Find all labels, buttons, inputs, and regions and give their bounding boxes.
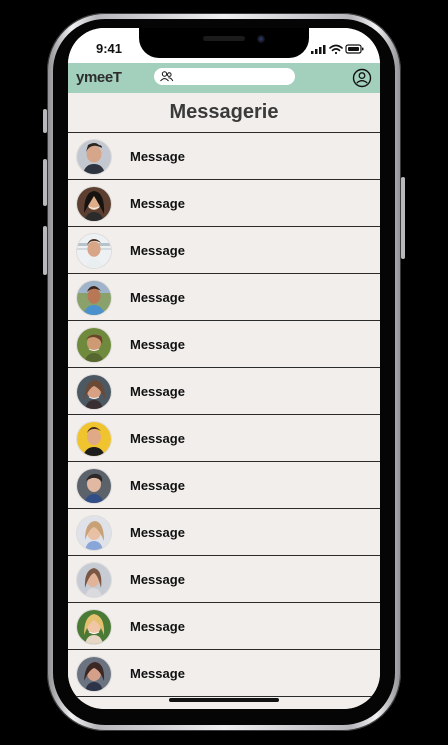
- avatar[interactable]: [77, 234, 111, 268]
- avatar-woman-1-icon: [77, 187, 111, 221]
- volume-down-button: [43, 226, 47, 275]
- avatar-man-5-icon: [77, 422, 111, 456]
- message-row[interactable]: Message: [68, 320, 380, 366]
- notch: [139, 28, 309, 58]
- message-label: Message: [130, 337, 185, 352]
- message-row[interactable]: Message: [68, 273, 380, 319]
- avatar[interactable]: [77, 281, 111, 315]
- message-row[interactable]: Message: [68, 649, 380, 695]
- message-label: Message: [130, 384, 185, 399]
- avatar-man-4-icon: [77, 328, 111, 362]
- message-row[interactable]: Message: [68, 555, 380, 601]
- power-button: [401, 177, 405, 259]
- mute-switch: [43, 109, 47, 133]
- message-row[interactable]: Message: [68, 461, 380, 507]
- message-row[interactable]: Message: [68, 508, 380, 554]
- wifi-icon: [329, 44, 343, 55]
- avatar-man-1-icon: [77, 140, 111, 174]
- avatar[interactable]: [77, 328, 111, 362]
- front-camera-icon: [257, 35, 265, 43]
- message-label: Message: [130, 666, 185, 681]
- avatar[interactable]: [77, 469, 111, 503]
- message-row[interactable]: Message: [68, 132, 380, 178]
- avatar-man-6-icon: [77, 469, 111, 503]
- avatar[interactable]: [77, 187, 111, 221]
- message-label: Message: [130, 149, 185, 164]
- message-label: Message: [130, 196, 185, 211]
- avatar-woman-2-icon: [77, 375, 111, 409]
- battery-icon: [345, 44, 364, 54]
- message-label: Message: [130, 290, 185, 305]
- app-logo: ymeeT: [76, 69, 122, 86]
- message-row[interactable]: Message: [68, 226, 380, 272]
- message-row[interactable]: Message: [68, 414, 380, 460]
- avatar-man-3-icon: [77, 281, 111, 315]
- message-label: Message: [130, 431, 185, 446]
- avatar[interactable]: [77, 140, 111, 174]
- status-icons: [311, 44, 364, 55]
- avatar[interactable]: [77, 422, 111, 456]
- avatar[interactable]: [77, 516, 111, 550]
- avatar-woman-4-icon: [77, 563, 111, 597]
- app-header: ymeeT: [68, 63, 380, 93]
- message-label: Message: [130, 478, 185, 493]
- status-time: 9:41: [96, 41, 123, 56]
- message-list: Message Message Message Message Message …: [68, 132, 380, 709]
- speaker-grill: [203, 36, 245, 41]
- avatar-man-2-icon: [77, 234, 111, 268]
- avatar-woman-3-icon: [77, 516, 111, 550]
- message-label: Message: [130, 525, 185, 540]
- people-search-icon: [160, 71, 174, 82]
- page-title: Messagerie: [169, 101, 279, 123]
- search-box[interactable]: [154, 68, 295, 85]
- phone-screen: 9:41 ymeeT Messagerie Message Message Me…: [68, 28, 380, 709]
- avatar-woman-5-icon: [77, 610, 111, 644]
- avatar[interactable]: [77, 375, 111, 409]
- message-label: Message: [130, 619, 185, 634]
- avatar[interactable]: [77, 657, 111, 691]
- message-row[interactable]: Message: [68, 602, 380, 648]
- user-circle-icon[interactable]: [352, 68, 372, 88]
- message-row[interactable]: Message: [68, 367, 380, 413]
- message-label: Message: [130, 572, 185, 587]
- message-row[interactable]: Message: [68, 179, 380, 225]
- volume-up-button: [43, 159, 47, 206]
- status-bar: 9:41: [68, 28, 380, 63]
- avatar[interactable]: [77, 563, 111, 597]
- message-label: Message: [130, 243, 185, 258]
- avatar[interactable]: [77, 610, 111, 644]
- avatar-woman-6-icon: [77, 657, 111, 691]
- search-input[interactable]: [176, 69, 289, 83]
- home-indicator: [169, 698, 279, 702]
- signal-icon: [311, 45, 326, 54]
